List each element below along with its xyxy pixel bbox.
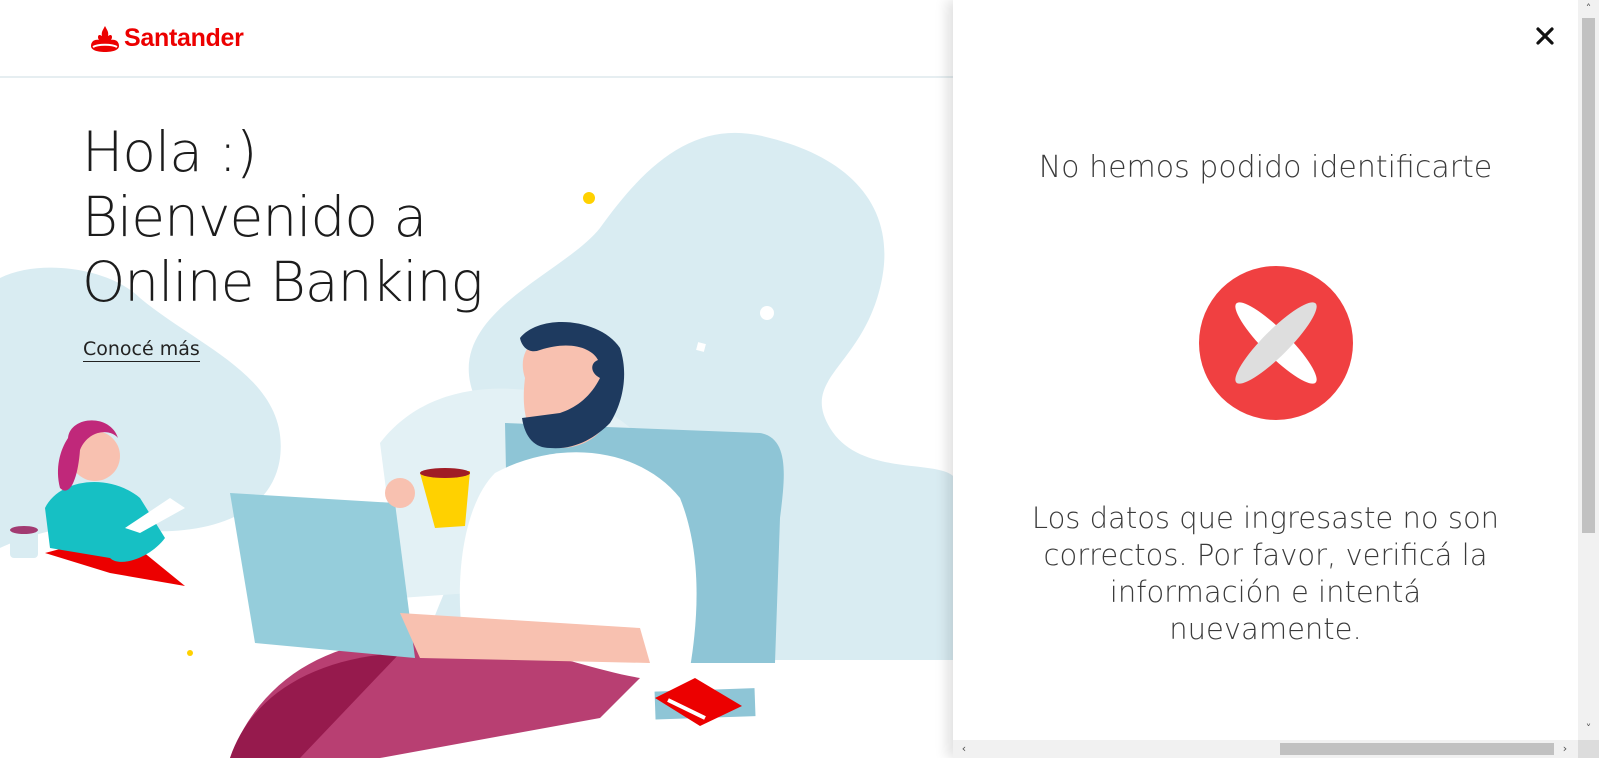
error-x-icon [1199, 266, 1353, 424]
brand-name: Santander [124, 24, 244, 52]
scroll-down-arrow[interactable]: ˅ [1582, 722, 1595, 736]
panel-title: No hemos podido identificarte [1038, 150, 1493, 185]
santander-logo[interactable]: Santander [90, 24, 244, 53]
horizontal-scrollbar[interactable]: ‹ › [953, 740, 1578, 758]
welcome-heading: Hola :) Bienvenido a Online Banking [82, 120, 483, 315]
error-side-panel: No hemos podido identificarte Los datos … [953, 0, 1578, 758]
flame-icon [91, 25, 119, 52]
error-message: Los datos que ingresaste no son correcto… [1031, 501, 1500, 646]
vertical-scroll-thumb[interactable] [1582, 18, 1595, 533]
greeting-line-1: Hola :) [82, 120, 257, 184]
scroll-up-arrow[interactable]: ˄ [1582, 2, 1595, 16]
scroll-right-arrow[interactable]: › [1558, 742, 1572, 756]
close-icon [1536, 27, 1554, 45]
site-header: Santander [0, 0, 955, 78]
scroll-left-arrow[interactable]: ‹ [957, 742, 971, 756]
close-button[interactable] [1533, 24, 1557, 48]
greeting-line-3: Online Banking [82, 250, 483, 314]
learn-more-link[interactable]: Conocé más [83, 338, 200, 362]
greeting-line-2: Bienvenido a [82, 185, 427, 249]
scrollbar-corner [1578, 740, 1599, 758]
horizontal-scroll-thumb[interactable] [1280, 743, 1554, 755]
vertical-scrollbar[interactable]: ˄ ˅ [1578, 0, 1599, 740]
